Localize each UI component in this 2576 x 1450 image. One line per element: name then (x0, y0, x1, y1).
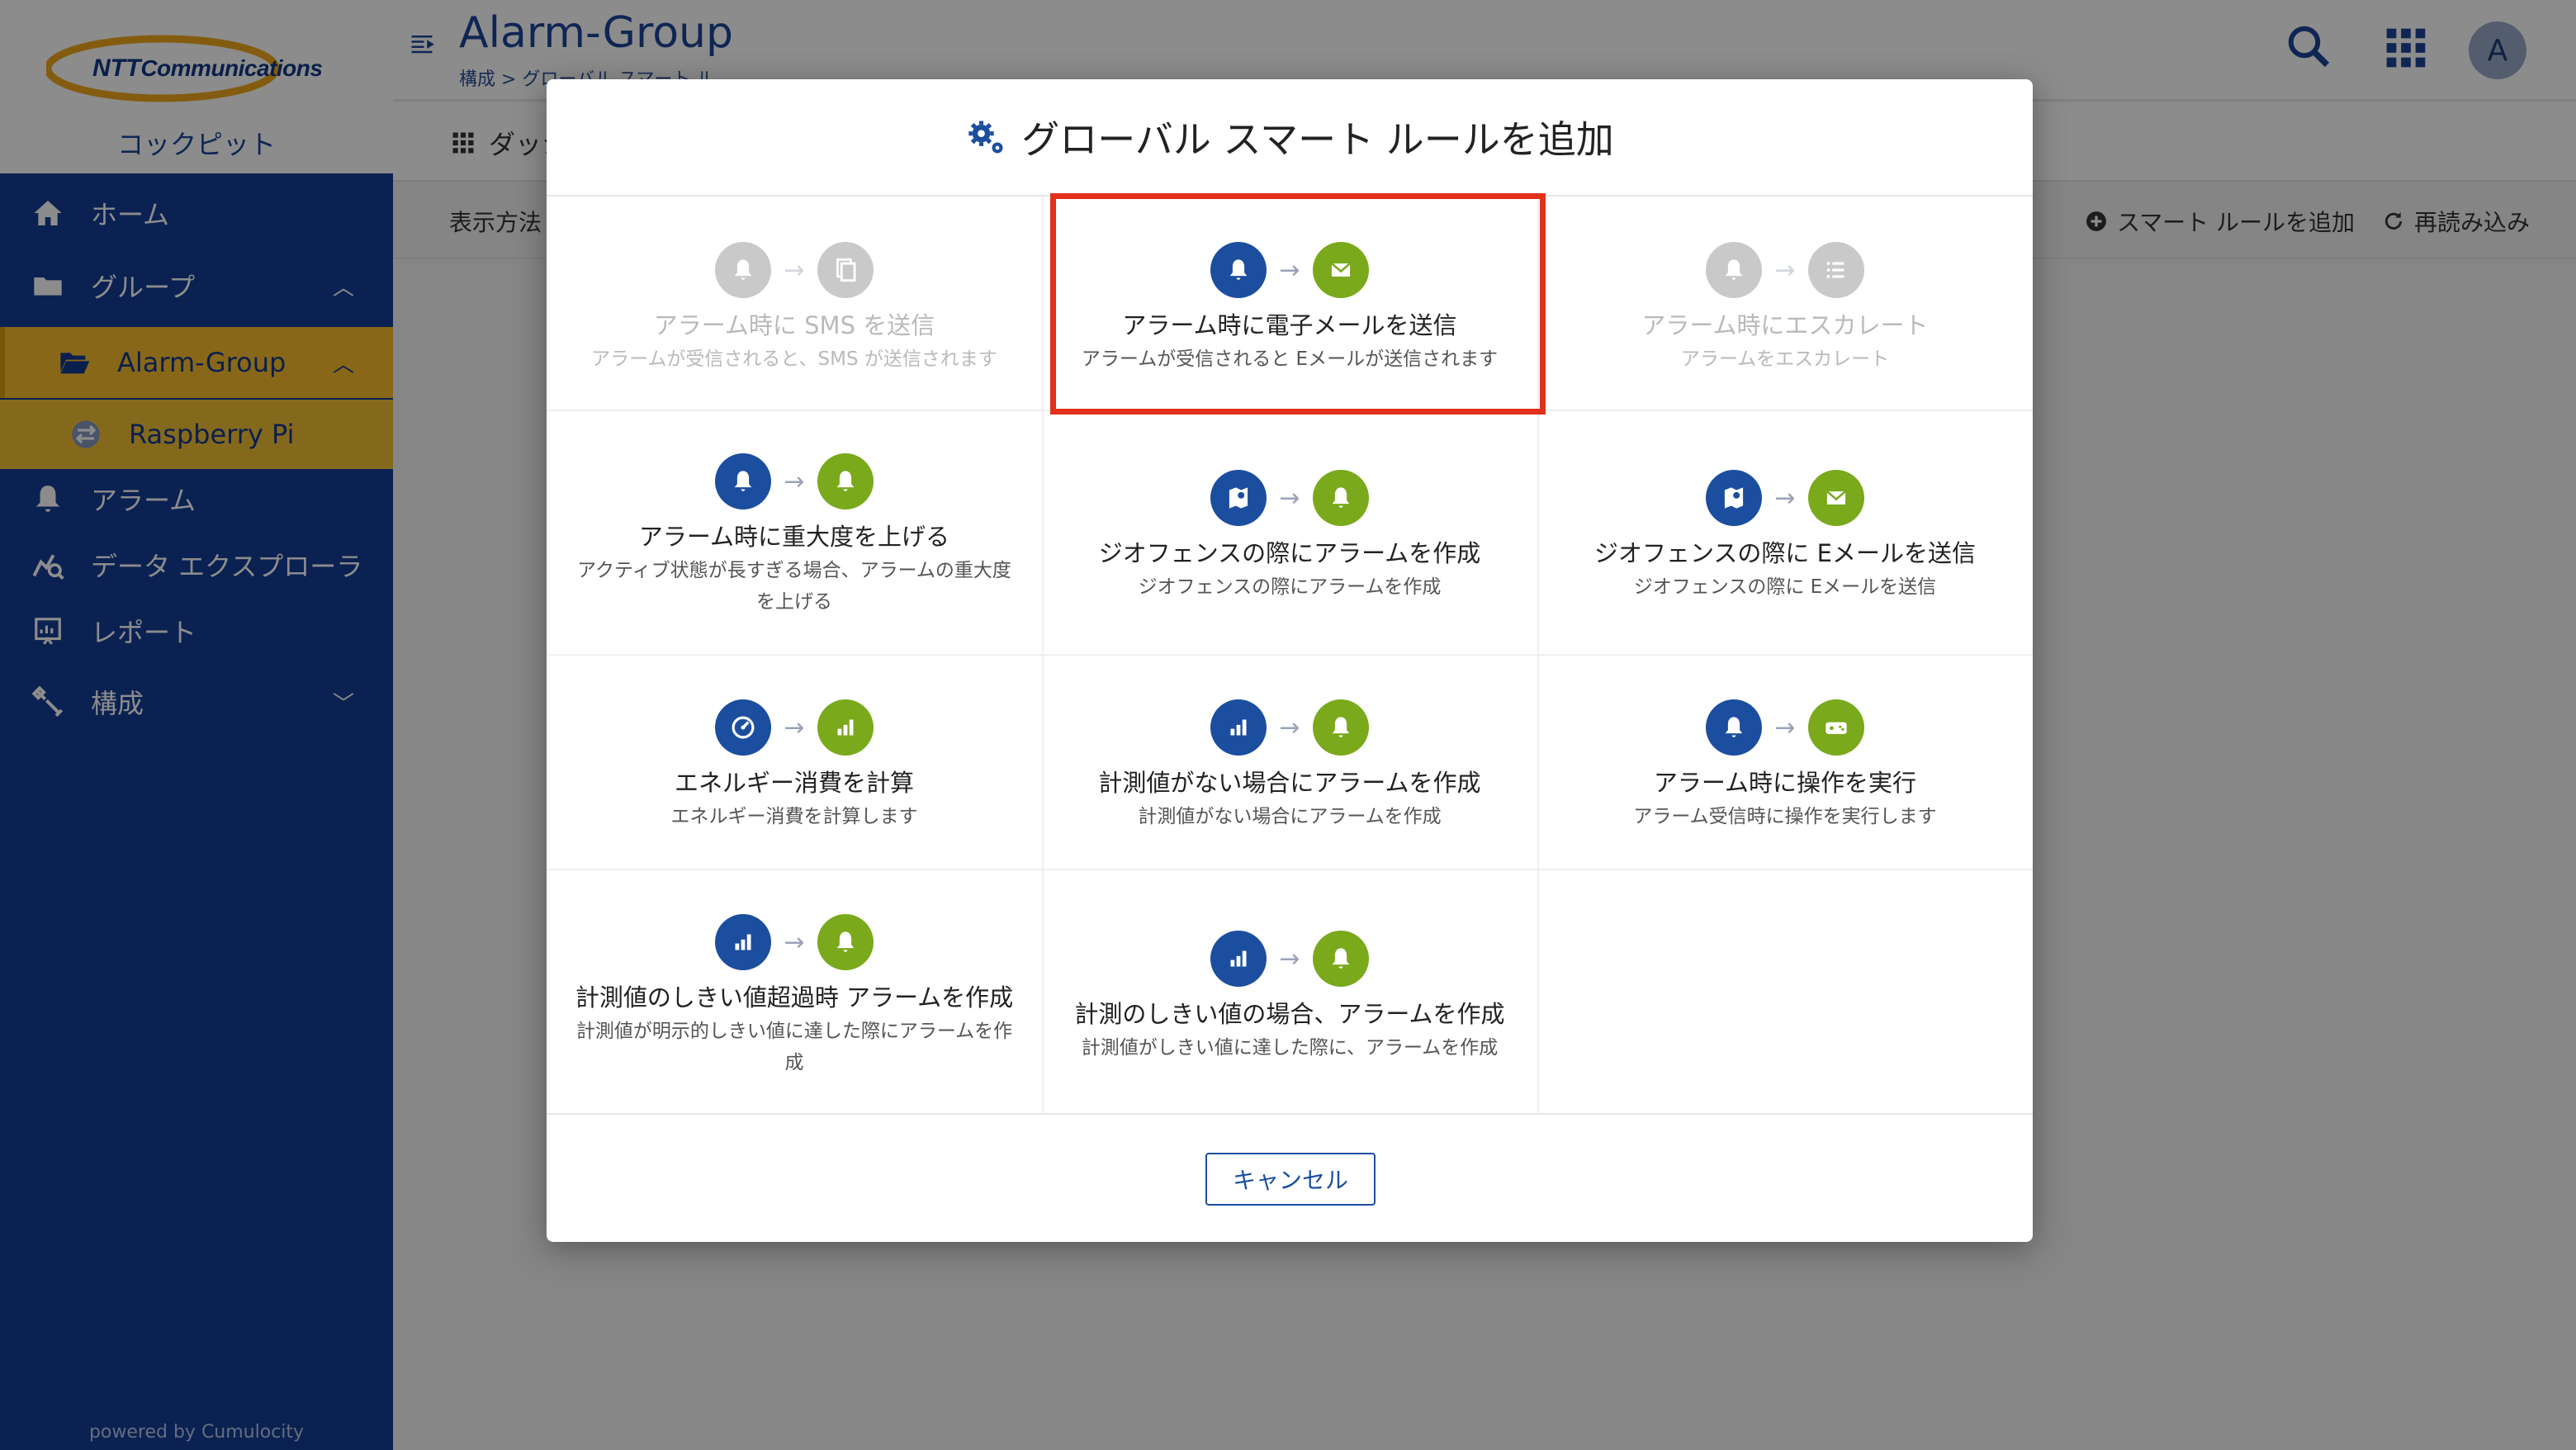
rule-description: アラームをエスカレート (1680, 348, 1890, 370)
bar-chart-icon (1210, 699, 1267, 756)
rule-description: アクティブ状態が長すぎる場合、アラームの重大度を上げる (577, 560, 1011, 613)
rule-card-threshold[interactable]: → 計測のしきい値の場合、アラームを作成 計測値がしきい値に達した際に、アラーム… (1042, 930, 1537, 1064)
bell-icon (1313, 699, 1369, 756)
bell-icon (1313, 470, 1369, 526)
arrow-right-icon: → (1774, 255, 1796, 285)
list-icon (1808, 242, 1864, 298)
rule-description: ジオフェンスの際に Eメールを送信 (1633, 576, 1937, 598)
rule-description: エネルギー消費を計算します (670, 806, 918, 827)
rule-icon-pair: → (1537, 699, 2033, 756)
rule-description: アラームが受信されると、SMS が送信されます (591, 348, 997, 370)
gamepad-icon (1808, 699, 1864, 756)
bell-icon (817, 453, 874, 509)
bell-icon (1706, 242, 1762, 298)
arrow-right-icon: → (784, 927, 805, 957)
bell-icon (715, 453, 771, 509)
rule-card-missing-measurement[interactable]: → 計測値がない場合にアラームを作成 計測値がない場合にアラームを作成 (1042, 699, 1537, 832)
gears-icon (965, 116, 1008, 159)
bar-chart-icon (715, 914, 771, 970)
arrow-right-icon: → (1774, 483, 1796, 513)
rule-icon-pair: → (1537, 241, 2033, 299)
rule-title: エネルギー消費を計算 (674, 769, 914, 797)
add-global-smart-rule-dialog: グローバル スマート ルールを追加 → アラーム時に SMS を送信 アラームが… (547, 79, 2033, 1242)
rule-card-escalate[interactable]: → アラーム時にエスカレート アラームをエスカレート (1537, 241, 2033, 375)
rule-icon-pair: → (547, 453, 1042, 510)
rule-icon-pair: → (1537, 469, 2033, 527)
bar-chart-icon (817, 699, 874, 756)
rule-description: 計測値がない場合にアラームを作成 (1138, 806, 1442, 827)
arrow-right-icon: → (1279, 483, 1300, 513)
rule-icon-pair: → (1042, 469, 1537, 527)
rule-card-geofence-email[interactable]: → ジオフェンスの際に Eメールを送信 ジオフェンスの際に Eメールを送信 (1537, 469, 2033, 603)
rule-card-energy[interactable]: → エネルギー消費を計算 エネルギー消費を計算します (547, 699, 1042, 832)
arrow-right-icon: → (784, 713, 805, 742)
bell-icon (1313, 931, 1369, 987)
gauge-icon (715, 699, 771, 756)
arrow-right-icon: → (784, 467, 805, 496)
rule-title: 計測のしきい値の場合、アラームを作成 (1074, 1000, 1505, 1028)
grid-divider (547, 654, 2033, 656)
rule-description: ジオフェンスの際にアラームを作成 (1138, 576, 1442, 598)
rule-title: ジオフェンスの際にアラームを作成 (1098, 539, 1481, 567)
arrow-right-icon: → (1279, 713, 1300, 742)
envelope-icon (1808, 470, 1864, 526)
dialog-title: グローバル スマート ルールを追加 (1021, 117, 1614, 162)
arrow-right-icon: → (1279, 944, 1300, 974)
rule-icon-pair: → (547, 913, 1042, 971)
bar-chart-icon (1210, 931, 1267, 987)
rule-title: ジオフェンスの際に Eメールを送信 (1594, 539, 1976, 567)
rule-description: 計測値が明示的しきい値に達した際にアラームを作成 (575, 1021, 1013, 1073)
map-pin-icon (1706, 470, 1762, 526)
rule-title: アラーム時に SMS を送信 (653, 311, 935, 339)
bell-icon (715, 242, 771, 298)
rule-title: アラーム時にエスカレート (1641, 311, 1929, 339)
cancel-button[interactable]: キャンセル (1205, 1153, 1376, 1206)
rule-card-execute-operation[interactable]: → アラーム時に操作を実行 アラーム受信時に操作を実行します (1537, 699, 2033, 832)
rule-title: 計測値がない場合にアラームを作成 (1098, 769, 1481, 797)
rule-icon-pair: → (1042, 699, 1537, 756)
map-pin-icon (1210, 470, 1267, 526)
rule-card-sms[interactable]: → アラーム時に SMS を送信 アラームが受信されると、SMS が送信されます (547, 241, 1042, 375)
rule-title: アラーム時に重大度を上げる (638, 523, 950, 551)
rule-card-increase-severity[interactable]: → アラーム時に重大度を上げる アクティブ状態が長すぎる場合、アラームの重大度を… (547, 453, 1042, 618)
bell-icon (1706, 699, 1762, 756)
copy-icon (817, 242, 874, 298)
rule-description: アラーム受信時に操作を実行します (1633, 806, 1937, 827)
rule-card-explicit-threshold[interactable]: → 計測値のしきい値超過時 アラームを作成 計測値が明示的しきい値に達した際にア… (547, 913, 1042, 1078)
dialog-footer: キャンセル (547, 1113, 2033, 1242)
arrow-right-icon: → (1774, 713, 1796, 742)
rule-description: 計測値がしきい値に達した際に、アラームを作成 (1081, 1037, 1499, 1059)
rule-title: アラーム時に操作を実行 (1653, 769, 1917, 797)
bell-icon (817, 914, 874, 970)
rule-icon-pair: → (547, 241, 1042, 299)
rule-title: 計測値のしきい値超過時 アラームを作成 (575, 983, 1014, 1012)
grid-divider (547, 869, 2033, 870)
rule-card-geofence-alarm[interactable]: → ジオフェンスの際にアラームを作成 ジオフェンスの際にアラームを作成 (1042, 469, 1537, 603)
arrow-right-icon: → (784, 255, 805, 285)
dialog-header: グローバル スマート ルールを追加 (547, 79, 2033, 197)
rule-icon-pair: → (547, 699, 1042, 756)
selection-highlight (1050, 193, 1546, 415)
rule-icon-pair: → (1042, 930, 1537, 988)
